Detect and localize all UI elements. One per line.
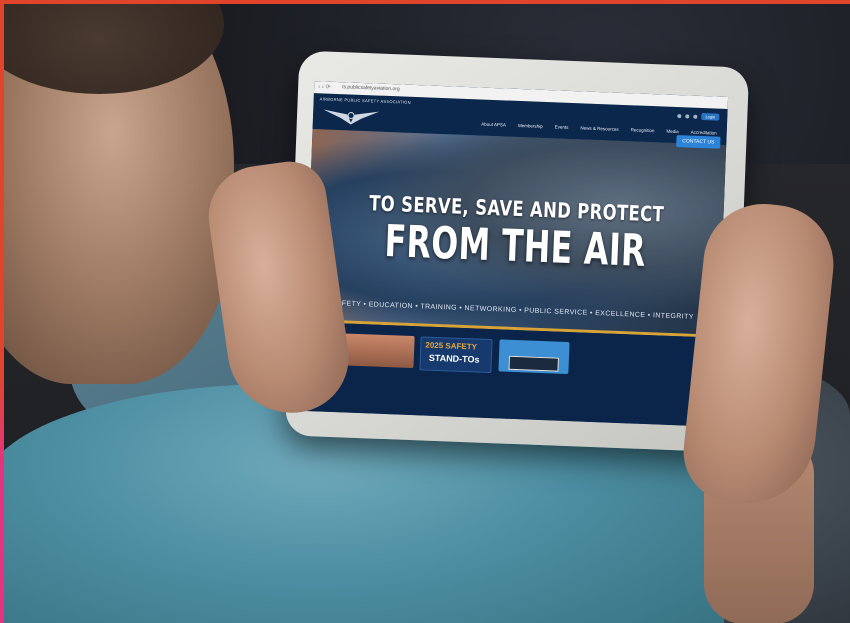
nav-item[interactable]: Recognition [631, 127, 655, 133]
hero-banner: TO SERVE, SAVE AND PROTECT FROM THE AIR … [305, 129, 727, 335]
social-icon[interactable] [685, 113, 690, 119]
utility-bar: Login [677, 112, 720, 121]
video-thumbnail [508, 355, 559, 372]
url-bar[interactable]: ts.publicsafetyaviation.org [342, 84, 400, 92]
main-nav: About APSA Membership Events News & Reso… [481, 122, 717, 136]
nav-item[interactable]: News & Resources [580, 125, 618, 131]
browser-nav-icon[interactable]: ‹ › ⟳ [318, 83, 331, 90]
nav-item[interactable]: Membership [518, 123, 543, 129]
nav-item[interactable]: Events [555, 124, 569, 130]
nav-item[interactable]: Accreditation [691, 130, 717, 136]
nav-item[interactable]: About APSA [481, 122, 506, 128]
social-icon[interactable] [677, 113, 682, 118]
photo-scene: ‹ › ⟳ ts.publicsafetyaviation.org AIRBOR… [4, 4, 850, 623]
card-subtitle: STAND-TOs [428, 352, 480, 365]
feature-card-video[interactable] [498, 339, 570, 375]
card-title: 2025 SAFETY [425, 340, 478, 352]
site-logo[interactable]: AIRBORNE PUBLIC SAFETY ASSOCIATION [319, 96, 411, 128]
wings-logo-icon [323, 109, 380, 125]
nav-item[interactable]: Media [666, 129, 678, 134]
login-button[interactable]: Login [701, 112, 720, 121]
feature-card-photo[interactable] [341, 333, 415, 369]
feature-cards: 2025 SAFETY STAND-TOs ♿ [301, 321, 719, 427]
tablet-screen: ‹ › ⟳ ts.publicsafetyaviation.org AIRBOR… [301, 81, 729, 427]
tablet-device: ‹ › ⟳ ts.publicsafetyaviation.org AIRBOR… [284, 50, 750, 453]
feature-card-safety[interactable]: 2025 SAFETY STAND-TOs [419, 336, 493, 374]
contact-button[interactable]: CONTACT US [676, 135, 721, 149]
social-icon[interactable] [693, 114, 698, 119]
